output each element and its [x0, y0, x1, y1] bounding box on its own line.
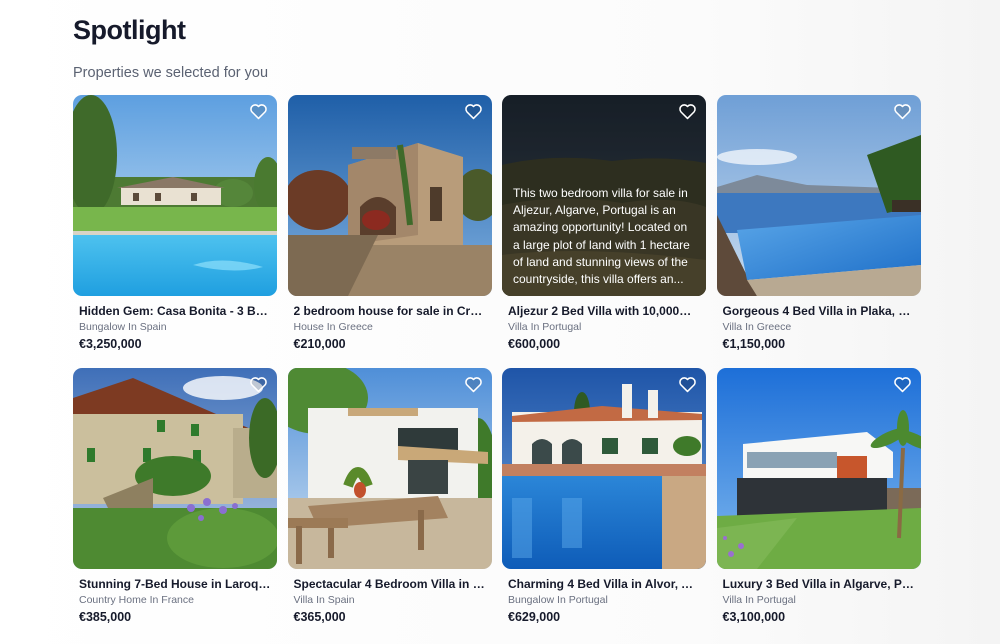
property-price: €365,000 [293, 610, 346, 624]
property-price: €629,000 [508, 610, 561, 624]
heart-outline-icon[interactable] [893, 103, 912, 120]
property-type: Villa In Spain [293, 594, 355, 606]
property-photo[interactable] [73, 368, 277, 569]
property-photo[interactable] [287, 368, 492, 569]
property-type: House In Greece [293, 321, 373, 333]
property-info: Stunning 7-Bed House in Laroque-Timbaut … [73, 569, 277, 625]
heart-outline-icon[interactable] [464, 376, 483, 393]
property-price: €3,100,000 [722, 610, 786, 624]
heart-outline-icon[interactable] [893, 376, 912, 393]
property-type: Bungalow In Spain [79, 321, 167, 333]
property-grid: Hidden Gem: Casa Bonita - 3 Bedroom Vill… [73, 95, 921, 625]
heart-outline-icon[interactable] [678, 103, 697, 120]
property-type: Villa In Portugal [722, 594, 796, 606]
heart-outline-icon[interactable] [249, 376, 268, 393]
page-title: Spotlight [73, 15, 186, 45]
heart-outline-icon[interactable] [464, 103, 483, 120]
property-photo[interactable] [716, 95, 921, 296]
property-photo[interactable] [502, 368, 706, 569]
heart-outline-icon[interactable] [249, 103, 268, 120]
property-info: Charming 4 Bed Villa in Alvor, Algarve B… [502, 569, 706, 625]
property-card[interactable]: 2 bedroom house for sale in Crete House … [287, 95, 492, 352]
property-name[interactable]: Stunning 7-Bed House in Laroque-Timbaut [79, 577, 271, 592]
property-card[interactable]: Charming 4 Bed Villa in Alvor, Algarve B… [502, 368, 706, 625]
property-info: Hidden Gem: Casa Bonita - 3 Bedroom Vill… [73, 296, 277, 352]
property-price: €1,150,000 [722, 337, 786, 351]
property-photo[interactable] [73, 95, 277, 296]
property-name[interactable]: 2 bedroom house for sale in Crete [294, 304, 486, 319]
property-photo[interactable]: This two bedroom villa for sale in Aljez… [502, 95, 706, 296]
property-description: This two bedroom villa for sale in Aljez… [513, 186, 690, 287]
property-price: €3,250,000 [79, 337, 142, 351]
property-type: Villa In Portugal [508, 321, 582, 333]
property-type: Country Home In France [79, 594, 194, 606]
property-name[interactable]: Spectacular 4 Bedroom Villa in San Anton… [294, 577, 486, 592]
property-name[interactable]: Luxury 3 Bed Villa in Algarve, Portugal [723, 577, 915, 592]
property-info: 2 bedroom house for sale in Crete House … [288, 296, 492, 352]
spotlight-header: Spotlight Properties we selected for you [73, 14, 268, 82]
property-price: €385,000 [79, 610, 132, 624]
property-card[interactable]: Stunning 7-Bed House in Laroque-Timbaut … [73, 368, 277, 625]
property-card[interactable]: Spectacular 4 Bedroom Villa in San Anton… [287, 368, 492, 625]
heart-outline-icon[interactable] [678, 376, 697, 393]
property-name[interactable]: Hidden Gem: Casa Bonita - 3 Bedroom Vill… [79, 304, 271, 319]
property-photo[interactable] [287, 95, 492, 296]
property-type: Villa In Greece [722, 321, 792, 333]
property-price: €210,000 [293, 337, 346, 351]
property-price: €600,000 [508, 337, 561, 351]
property-name[interactable]: Charming 4 Bed Villa in Alvor, Algarve [508, 577, 700, 592]
property-card[interactable]: Gorgeous 4 Bed Villa in Plaka, Crete Vil… [716, 95, 921, 352]
property-info: Spectacular 4 Bedroom Villa in San Anton… [288, 569, 492, 625]
property-info: Aljezur 2 Bed Villa with 10,000m2 plot V… [502, 296, 706, 352]
property-type: Bungalow In Portugal [508, 594, 608, 606]
property-info: Luxury 3 Bed Villa in Algarve, Portugal … [717, 569, 921, 625]
property-photo[interactable] [716, 368, 921, 569]
property-name[interactable]: Gorgeous 4 Bed Villa in Plaka, Crete [723, 304, 915, 319]
property-name[interactable]: Aljezur 2 Bed Villa with 10,000m2 plot [508, 304, 700, 319]
page-subtitle: Properties we selected for you [73, 65, 269, 81]
property-card[interactable]: This two bedroom villa for sale in Aljez… [502, 95, 706, 352]
property-info: Gorgeous 4 Bed Villa in Plaka, Crete Vil… [717, 296, 921, 352]
property-card[interactable]: Luxury 3 Bed Villa in Algarve, Portugal … [716, 368, 921, 625]
property-card[interactable]: Hidden Gem: Casa Bonita - 3 Bedroom Vill… [73, 95, 277, 352]
